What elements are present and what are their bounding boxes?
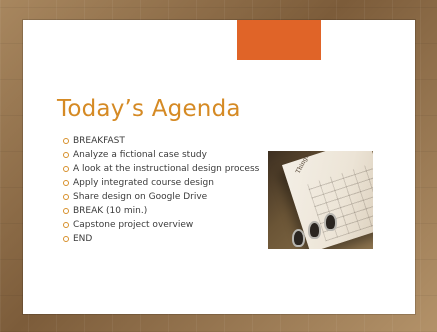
agenda-item-text: A look at the instructional design proce… [73, 164, 260, 174]
bullet-icon [63, 236, 69, 242]
agenda-item-text: Share design on Google Drive [73, 192, 208, 202]
agenda-list: BREAKFAST Analyze a fictional case study… [61, 136, 261, 248]
agenda-item: BREAKFAST [61, 136, 261, 147]
bullet-icon [63, 180, 69, 186]
agenda-item-text: END [73, 234, 93, 244]
bullet-icon [63, 152, 69, 158]
binder-ring [308, 221, 321, 239]
slide-background: Today’s Agenda BREAKFAST Analyze a ficti… [0, 0, 437, 332]
agenda-item-text: BREAK (10 min.) [73, 206, 148, 216]
things-to-do-image: Things To Do [268, 151, 373, 249]
bullet-icon [63, 194, 69, 200]
bullet-icon [63, 208, 69, 214]
binder-ring [324, 213, 337, 231]
accent-bar [237, 20, 321, 60]
agenda-item-text: BREAKFAST [73, 136, 125, 146]
agenda-item: BREAK (10 min.) [61, 206, 261, 217]
bullet-icon [63, 138, 69, 144]
agenda-item: A look at the instructional design proce… [61, 164, 261, 175]
agenda-item-text: Capstone project overview [73, 220, 194, 230]
bullet-icon [63, 222, 69, 228]
binder-ring [292, 229, 305, 247]
bullet-icon [63, 166, 69, 172]
binder-rings [288, 209, 348, 249]
agenda-item: END [61, 234, 261, 245]
agenda-item-text: Analyze a fictional case study [73, 150, 207, 160]
agenda-item-text: Apply integrated course design [73, 178, 214, 188]
agenda-item: Analyze a fictional case study [61, 150, 261, 161]
slide-title: Today’s Agenda [57, 96, 241, 122]
agenda-item: Apply integrated course design [61, 178, 261, 189]
agenda-item: Capstone project overview [61, 220, 261, 231]
agenda-item: Share design on Google Drive [61, 192, 261, 203]
slide-panel: Today’s Agenda BREAKFAST Analyze a ficti… [23, 20, 415, 314]
